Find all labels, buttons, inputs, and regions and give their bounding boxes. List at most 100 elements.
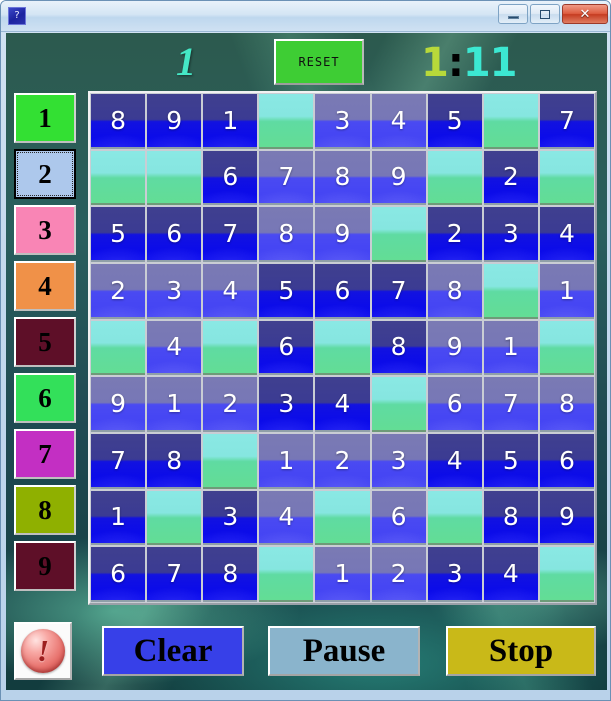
grid-cell-r3c9[interactable]: 4 bbox=[539, 207, 594, 262]
grid-cell-r5c1[interactable] bbox=[91, 320, 146, 376]
grid-cell-r6c8[interactable]: 7 bbox=[483, 377, 538, 432]
grid-cell-r6c4[interactable]: 3 bbox=[259, 377, 314, 432]
grid-cell-r1c2[interactable]: 9 bbox=[147, 94, 202, 149]
digit-button-1[interactable]: 1 bbox=[14, 93, 76, 143]
grid-cell-r1c4[interactable] bbox=[259, 94, 314, 149]
grid-cell-r3c8[interactable]: 3 bbox=[483, 207, 538, 262]
digit-button-9[interactable]: 9 bbox=[14, 541, 76, 591]
grid-cell-r2c3[interactable]: 6 bbox=[203, 150, 258, 206]
grid-cell-r4c1[interactable]: 2 bbox=[91, 264, 146, 319]
digit-button-8[interactable]: 8 bbox=[14, 485, 76, 535]
grid-cell-r4c3[interactable]: 4 bbox=[203, 264, 258, 319]
grid-cell-r2c7[interactable] bbox=[427, 150, 482, 206]
grid-cell-r5c8[interactable]: 1 bbox=[483, 320, 538, 376]
grid-cell-r6c6[interactable] bbox=[371, 377, 426, 432]
grid-cell-r1c5[interactable]: 3 bbox=[315, 94, 370, 149]
grid-cell-r7c2[interactable]: 8 bbox=[147, 434, 202, 489]
grid-cell-r9c6[interactable]: 2 bbox=[371, 547, 426, 602]
grid-cell-r8c3[interactable]: 3 bbox=[203, 490, 258, 546]
grid-cell-r2c4[interactable]: 7 bbox=[259, 150, 314, 206]
grid-cell-r9c5[interactable]: 1 bbox=[315, 547, 370, 602]
grid-cell-r4c7[interactable]: 8 bbox=[427, 264, 482, 319]
grid-cell-r8c1[interactable]: 1 bbox=[91, 490, 146, 546]
digit-button-5[interactable]: 5 bbox=[14, 317, 76, 367]
grid-cell-r9c3[interactable]: 8 bbox=[203, 547, 258, 602]
digit-button-3[interactable]: 3 bbox=[14, 205, 76, 255]
grid-cell-r2c9[interactable] bbox=[539, 150, 594, 206]
grid-cell-r3c1[interactable]: 5 bbox=[91, 207, 146, 262]
grid-cell-r7c5[interactable]: 2 bbox=[315, 434, 370, 489]
grid-cell-r6c3[interactable]: 2 bbox=[203, 377, 258, 432]
grid-cell-r5c6[interactable]: 8 bbox=[371, 320, 426, 376]
minimize-button[interactable] bbox=[498, 4, 528, 24]
grid-cell-r7c8[interactable]: 5 bbox=[483, 434, 538, 489]
grid-cell-r1c8[interactable] bbox=[483, 94, 538, 149]
grid-cell-value: 7 bbox=[278, 162, 295, 192]
grid-cell-r7c9[interactable]: 6 bbox=[539, 434, 594, 489]
grid-cell-r6c7[interactable]: 6 bbox=[427, 377, 482, 432]
grid-cell-r8c7[interactable] bbox=[427, 490, 482, 546]
grid-cell-r4c4[interactable]: 5 bbox=[259, 264, 314, 319]
grid-cell-r4c9[interactable]: 1 bbox=[539, 264, 594, 319]
grid-cell-r2c5[interactable]: 8 bbox=[315, 150, 370, 206]
grid-cell-r9c2[interactable]: 7 bbox=[147, 547, 202, 602]
grid-cell-r5c2[interactable]: 4 bbox=[147, 320, 202, 376]
grid-cell-r1c1[interactable]: 8 bbox=[91, 94, 146, 149]
grid-cell-r9c8[interactable]: 4 bbox=[483, 547, 538, 602]
reset-button[interactable]: RESET bbox=[274, 39, 364, 85]
grid-cell-r2c6[interactable]: 9 bbox=[371, 150, 426, 206]
close-button[interactable]: ✕ bbox=[562, 4, 608, 24]
grid-cell-r4c2[interactable]: 3 bbox=[147, 264, 202, 319]
grid-cell-r8c6[interactable]: 6 bbox=[371, 490, 426, 546]
grid-cell-r7c3[interactable] bbox=[203, 434, 258, 489]
grid-cell-r8c8[interactable]: 8 bbox=[483, 490, 538, 546]
pause-button[interactable]: Pause bbox=[268, 626, 420, 676]
grid-cell-r2c2[interactable] bbox=[147, 150, 202, 206]
grid-cell-r2c1[interactable] bbox=[91, 150, 146, 206]
grid-cell-r4c6[interactable]: 7 bbox=[371, 264, 426, 319]
digit-button-4[interactable]: 4 bbox=[14, 261, 76, 311]
digit-button-2[interactable]: 2 bbox=[14, 149, 76, 199]
grid-cell-r9c9[interactable] bbox=[539, 547, 594, 602]
stop-button[interactable]: Stop bbox=[446, 626, 596, 676]
grid-cell-r8c5[interactable] bbox=[315, 490, 370, 546]
grid-cell-r3c3[interactable]: 7 bbox=[203, 207, 258, 262]
grid-cell-r8c9[interactable]: 9 bbox=[539, 490, 594, 546]
grid-cell-r5c5[interactable] bbox=[315, 320, 370, 376]
action-bar: Clear Pause Stop bbox=[6, 620, 607, 684]
grid-cell-r7c7[interactable]: 4 bbox=[427, 434, 482, 489]
grid-cell-r6c9[interactable]: 8 bbox=[539, 377, 594, 432]
grid-cell-r5c3[interactable] bbox=[203, 320, 258, 376]
grid-cell-r1c7[interactable]: 5 bbox=[427, 94, 482, 149]
grid-cell-r3c7[interactable]: 2 bbox=[427, 207, 482, 262]
grid-cell-r5c4[interactable]: 6 bbox=[259, 320, 314, 376]
digit-button-7[interactable]: 7 bbox=[14, 429, 76, 479]
grid-cell-r9c7[interactable]: 3 bbox=[427, 547, 482, 602]
digit-button-6[interactable]: 6 bbox=[14, 373, 76, 423]
grid-cell-r8c4[interactable]: 4 bbox=[259, 490, 314, 546]
grid-cell-r1c9[interactable]: 7 bbox=[539, 94, 594, 149]
grid-cell-r3c2[interactable]: 6 bbox=[147, 207, 202, 262]
grid-cell-r6c2[interactable]: 1 bbox=[147, 377, 202, 432]
grid-cell-r8c2[interactable] bbox=[147, 490, 202, 546]
grid-cell-r5c9[interactable] bbox=[539, 320, 594, 376]
grid-cell-r4c8[interactable] bbox=[483, 264, 538, 319]
grid-cell-r6c1[interactable]: 9 bbox=[91, 377, 146, 432]
grid-cell-r1c6[interactable]: 4 bbox=[371, 94, 426, 149]
grid-cell-r5c7[interactable]: 9 bbox=[427, 320, 482, 376]
grid-cell-r9c4[interactable] bbox=[259, 547, 314, 602]
grid-cell-r7c1[interactable]: 7 bbox=[91, 434, 146, 489]
grid-cell-r3c5[interactable]: 9 bbox=[315, 207, 370, 262]
grid-cell-r4c5[interactable]: 6 bbox=[315, 264, 370, 319]
red-exclamation-icon[interactable] bbox=[14, 622, 72, 680]
grid-cell-r7c4[interactable]: 1 bbox=[259, 434, 314, 489]
grid-cell-r3c4[interactable]: 8 bbox=[259, 207, 314, 262]
grid-cell-r2c8[interactable]: 2 bbox=[483, 150, 538, 206]
grid-cell-r1c3[interactable]: 1 bbox=[203, 94, 258, 149]
grid-cell-r3c6[interactable] bbox=[371, 207, 426, 262]
grid-cell-r9c1[interactable]: 6 bbox=[91, 547, 146, 602]
maximize-button[interactable] bbox=[530, 4, 560, 24]
grid-cell-r7c6[interactable]: 3 bbox=[371, 434, 426, 489]
clear-button[interactable]: Clear bbox=[102, 626, 244, 676]
grid-cell-r6c5[interactable]: 4 bbox=[315, 377, 370, 432]
